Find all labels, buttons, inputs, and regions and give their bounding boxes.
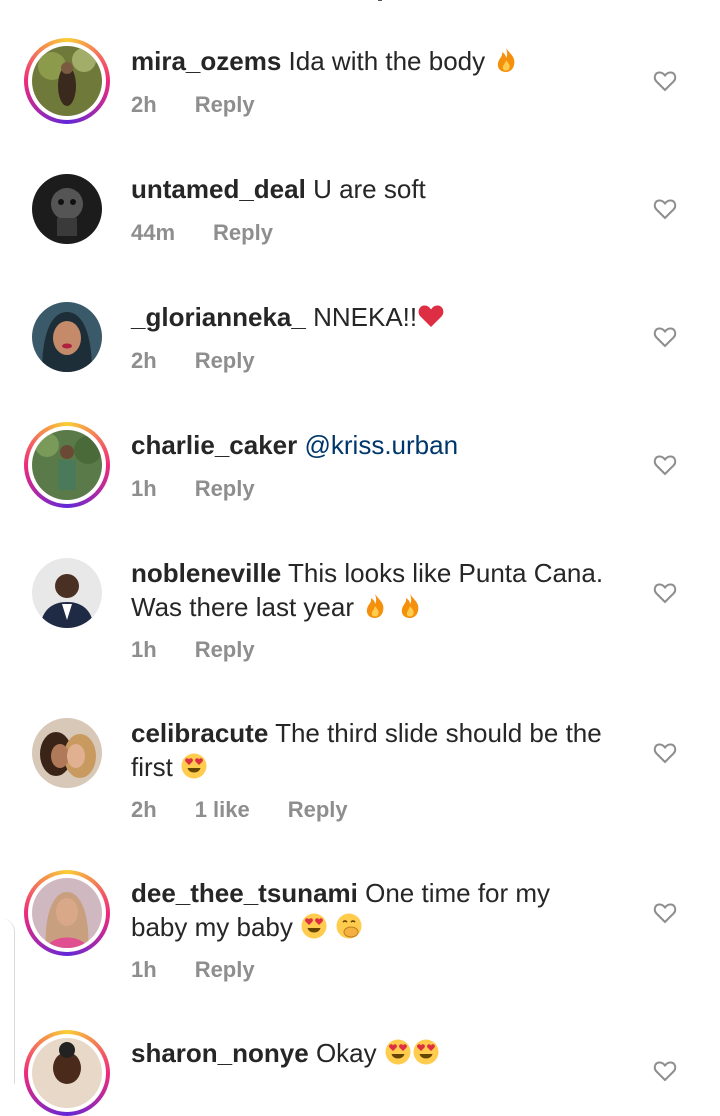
comment-time: 2h: [131, 348, 157, 373]
like-heart-icon[interactable]: [652, 1058, 678, 1084]
comment-username[interactable]: mira_ozems: [131, 46, 281, 76]
like-count[interactable]: 1 like: [195, 797, 250, 823]
comment-time: 1h: [131, 637, 157, 662]
comment-username[interactable]: nobleneville: [131, 558, 281, 588]
comment-username[interactable]: _glorianneka_: [131, 302, 306, 332]
comment-username[interactable]: sharon_nonye: [131, 1038, 309, 1068]
avatar-wrapper[interactable]: [24, 294, 110, 380]
like-heart-icon[interactable]: [652, 580, 678, 606]
fire-emoji-icon: [402, 594, 419, 618]
avatar: [32, 46, 102, 116]
mention-link[interactable]: @kriss.urban: [304, 430, 458, 460]
heart-eyes-emoji-icon: [385, 1039, 411, 1065]
side-panel-edge: [0, 918, 15, 1084]
reply-button[interactable]: Reply: [195, 957, 255, 983]
avatar-wrapper[interactable]: [24, 710, 110, 796]
comment-text: U are soft: [313, 174, 426, 204]
fire-emoji-icon: [367, 594, 384, 618]
comment-text: One time for my: [365, 878, 551, 908]
comment-text: The third slide should be the: [275, 718, 602, 748]
avatar-wrapper[interactable]: [24, 550, 110, 636]
avatar: [32, 1038, 102, 1108]
avatar-with-story-ring[interactable]: [24, 422, 110, 508]
heart-eyes-emoji-icon: [413, 1039, 439, 1065]
reply-button[interactable]: Reply: [195, 92, 255, 118]
like-heart-icon[interactable]: [652, 196, 678, 222]
reply-button[interactable]: Reply: [195, 637, 255, 663]
comment-text-line2: first: [131, 752, 173, 782]
comment-text-line2: Was there last year: [131, 592, 355, 622]
like-heart-icon[interactable]: [652, 452, 678, 478]
comment-username[interactable]: dee_thee_tsunami: [131, 878, 358, 908]
avatar-with-story-ring[interactable]: [24, 870, 110, 956]
comment-time: 44m: [131, 220, 176, 245]
avatar: [32, 718, 102, 788]
like-heart-icon[interactable]: [652, 68, 678, 94]
hand-over-mouth-emoji-icon: [336, 913, 362, 939]
like-heart-icon[interactable]: [652, 900, 678, 926]
comment-time: 2h: [131, 92, 157, 117]
avatar: [32, 430, 102, 500]
avatar-with-story-ring[interactable]: [24, 1030, 110, 1116]
like-heart-icon[interactable]: [652, 740, 678, 766]
avatar: [32, 302, 102, 372]
comment-text-line2: baby my baby: [131, 912, 293, 942]
avatar-with-story-ring[interactable]: [24, 38, 110, 124]
comment-username[interactable]: untamed_deal: [131, 174, 306, 204]
heart-eyes-emoji-icon: [181, 753, 207, 779]
like-heart-icon[interactable]: [652, 324, 678, 350]
comment-time: 1h: [131, 957, 157, 982]
comment-text: NNEKA!!: [313, 302, 418, 332]
reply-button[interactable]: Reply: [288, 797, 348, 823]
fire-emoji-icon: [498, 48, 515, 72]
heart-eyes-emoji-icon: [301, 913, 327, 939]
comment-text: Okay: [315, 1038, 377, 1068]
avatar-wrapper[interactable]: [24, 166, 110, 252]
avatar: [32, 878, 102, 948]
red-heart-emoji-icon: [418, 305, 444, 327]
reply-button[interactable]: Reply: [195, 476, 255, 502]
reply-button[interactable]: Reply: [213, 220, 273, 246]
avatar: [32, 558, 102, 628]
comment-text: This looks like Punta Cana.: [288, 558, 604, 588]
top-fragment: [378, 0, 382, 1]
comment-username[interactable]: celibracute: [131, 718, 268, 748]
comment-text: Ida with the body: [288, 46, 486, 76]
comment-time: 2h: [131, 797, 157, 822]
avatar: [32, 174, 102, 244]
comment-username[interactable]: charlie_caker: [131, 430, 297, 460]
comment-time: 1h: [131, 476, 157, 501]
reply-button[interactable]: Reply: [195, 348, 255, 374]
